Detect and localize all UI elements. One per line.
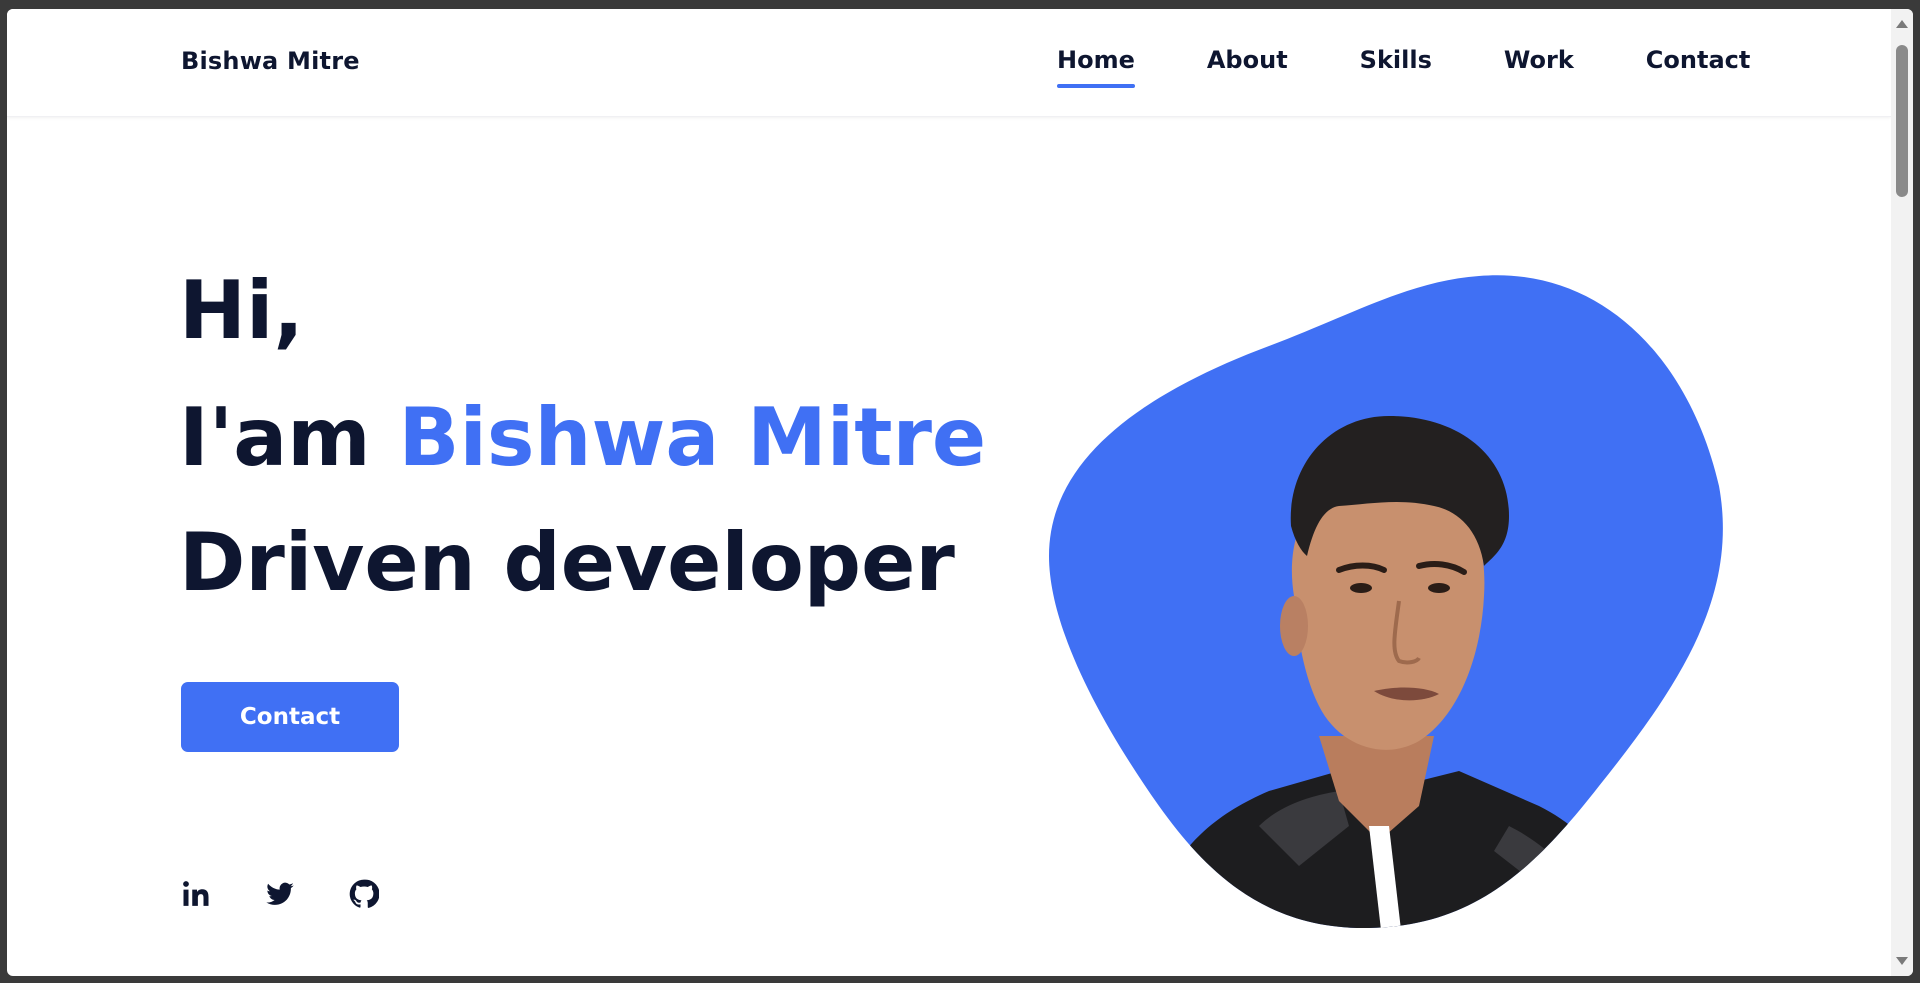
- main-nav: Home About Skills Work Contact: [1057, 46, 1750, 88]
- scroll-down-arrow-icon[interactable]: [1896, 957, 1908, 965]
- site-header: Bishwa Mitre Home About Skills Work Cont…: [7, 9, 1891, 117]
- site-logo[interactable]: Bishwa Mitre: [181, 47, 360, 75]
- hero-name: Bishwa Mitre: [398, 391, 987, 484]
- scrollbar-thumb[interactable]: [1896, 45, 1908, 197]
- hero-intro-line: I'am Bishwa Mitre: [179, 398, 986, 478]
- social-links: [181, 879, 379, 909]
- github-icon[interactable]: [349, 879, 379, 909]
- hero-intro: I'am: [179, 391, 371, 484]
- twitter-icon[interactable]: [265, 879, 295, 909]
- nav-link-home[interactable]: Home: [1057, 46, 1135, 88]
- contact-button[interactable]: Contact: [181, 682, 399, 752]
- hero-greeting: Hi,: [179, 264, 304, 357]
- nav-link-skills[interactable]: Skills: [1360, 46, 1432, 88]
- profile-blob: [1039, 266, 1729, 936]
- nav-link-about[interactable]: About: [1207, 46, 1288, 88]
- vertical-scrollbar[interactable]: [1891, 9, 1913, 976]
- profile-photo: [1049, 275, 1723, 929]
- nav-link-work[interactable]: Work: [1504, 46, 1574, 88]
- browser-viewport: Bishwa Mitre Home About Skills Work Cont…: [7, 9, 1913, 976]
- nav-link-contact[interactable]: Contact: [1646, 46, 1751, 88]
- hero-role: Driven developer: [179, 516, 955, 609]
- scroll-up-arrow-icon[interactable]: [1896, 20, 1908, 28]
- linkedin-icon[interactable]: [181, 879, 211, 909]
